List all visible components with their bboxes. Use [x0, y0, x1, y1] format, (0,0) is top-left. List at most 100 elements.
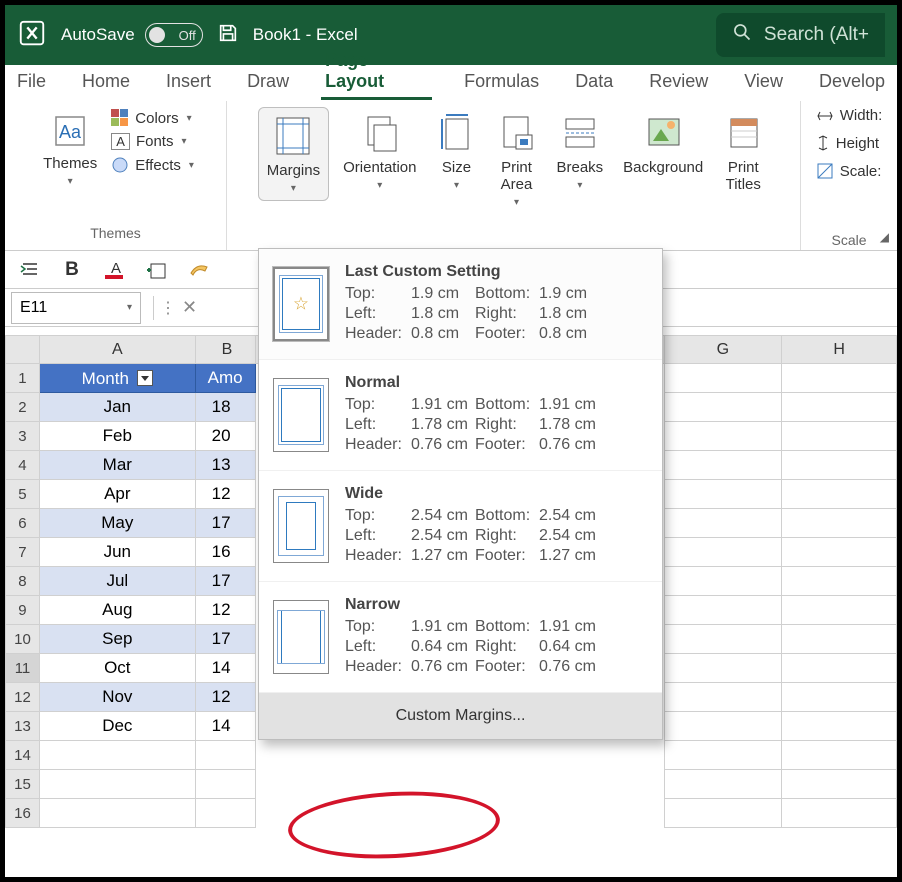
cell[interactable]: [664, 741, 782, 770]
cell[interactable]: Dec: [39, 712, 195, 741]
cell[interactable]: 14: [195, 654, 255, 683]
cell[interactable]: [39, 741, 195, 770]
cell[interactable]: [664, 509, 782, 538]
cell[interactable]: [782, 654, 897, 683]
cell[interactable]: [782, 422, 897, 451]
cell[interactable]: [782, 596, 897, 625]
tab-file[interactable]: File: [13, 65, 50, 100]
column-header-a[interactable]: A: [39, 336, 195, 364]
increase-indent-icon[interactable]: [19, 259, 41, 281]
save-icon[interactable]: [217, 22, 239, 49]
row-header[interactable]: 16: [6, 799, 40, 828]
cell[interactable]: Oct: [39, 654, 195, 683]
orientation-button[interactable]: Orientation▾: [337, 107, 422, 195]
cell[interactable]: [664, 393, 782, 422]
cell[interactable]: [782, 509, 897, 538]
margin-preset-narrow[interactable]: Narrow Top:1.91 cmBottom:1.91 cm Left:0.…: [259, 582, 662, 693]
filter-icon[interactable]: [137, 370, 153, 386]
tab-view[interactable]: View: [740, 65, 787, 100]
scale-scale[interactable]: Scale:: [816, 162, 882, 180]
cell[interactable]: [782, 480, 897, 509]
cell[interactable]: [664, 596, 782, 625]
cell[interactable]: [195, 741, 255, 770]
row-header[interactable]: 4: [6, 451, 40, 480]
cell[interactable]: May: [39, 509, 195, 538]
tab-developer[interactable]: Develop: [815, 65, 889, 100]
font-color-button[interactable]: A▾: [103, 259, 125, 281]
cell[interactable]: [664, 567, 782, 596]
margins-button[interactable]: Margins▾: [258, 107, 329, 201]
cell[interactable]: Mar: [39, 451, 195, 480]
print-area-button[interactable]: Print Area▾: [490, 107, 542, 212]
cell[interactable]: [782, 393, 897, 422]
cell[interactable]: [782, 538, 897, 567]
background-button[interactable]: Background: [617, 107, 709, 180]
cell[interactable]: [782, 683, 897, 712]
column-header-g[interactable]: G: [664, 336, 782, 364]
scale-height[interactable]: Height: [816, 134, 879, 152]
page-setup-launcher[interactable]: ◢: [880, 230, 889, 244]
row-header[interactable]: 12: [6, 683, 40, 712]
cell[interactable]: 14: [195, 712, 255, 741]
cell[interactable]: [39, 799, 195, 828]
cell[interactable]: [782, 770, 897, 799]
table-header-month[interactable]: Month: [39, 364, 195, 393]
cell[interactable]: [664, 683, 782, 712]
row-header[interactable]: 11: [6, 654, 40, 683]
size-button[interactable]: Size▾: [430, 107, 482, 195]
autosave-toggle[interactable]: AutoSave Off: [61, 23, 203, 47]
cancel-formula-icon[interactable]: ✕: [176, 297, 203, 318]
cell[interactable]: 12: [195, 596, 255, 625]
margin-preset-last-custom-setting[interactable]: ☆ Last Custom Setting Top:1.9 cmBottom:1…: [259, 249, 662, 360]
cell[interactable]: 12: [195, 683, 255, 712]
cell[interactable]: [782, 741, 897, 770]
cell[interactable]: [664, 799, 782, 828]
cell[interactable]: Jun: [39, 538, 195, 567]
cell[interactable]: Feb: [39, 422, 195, 451]
cell[interactable]: Jan: [39, 393, 195, 422]
cell[interactable]: Aug: [39, 596, 195, 625]
cell[interactable]: [782, 451, 897, 480]
tab-data[interactable]: Data: [571, 65, 617, 100]
cell[interactable]: Jul: [39, 567, 195, 596]
tab-insert[interactable]: Insert: [162, 65, 215, 100]
cell[interactable]: 17: [195, 567, 255, 596]
cell[interactable]: [195, 770, 255, 799]
row-header[interactable]: 7: [6, 538, 40, 567]
cell[interactable]: Nov: [39, 683, 195, 712]
cell[interactable]: Apr: [39, 480, 195, 509]
breaks-button[interactable]: Breaks▾: [550, 107, 609, 195]
autosave-switch[interactable]: Off: [145, 23, 203, 47]
cell[interactable]: [782, 567, 897, 596]
cell[interactable]: [664, 480, 782, 509]
row-header[interactable]: 6: [6, 509, 40, 538]
format-painter-icon[interactable]: [187, 259, 209, 281]
row-header[interactable]: 10: [6, 625, 40, 654]
cell[interactable]: [664, 538, 782, 567]
row-header[interactable]: 1: [6, 364, 40, 393]
cell[interactable]: [782, 712, 897, 741]
print-titles-button[interactable]: Print Titles: [717, 107, 769, 197]
row-header[interactable]: 8: [6, 567, 40, 596]
themes-button[interactable]: Aa Themes ▾: [37, 107, 103, 191]
cell[interactable]: 20: [195, 422, 255, 451]
cell[interactable]: Sep: [39, 625, 195, 654]
custom-margins-button[interactable]: Custom Margins...: [259, 693, 662, 739]
name-box[interactable]: E11▾: [11, 292, 141, 324]
cell[interactable]: [664, 422, 782, 451]
row-header[interactable]: 9: [6, 596, 40, 625]
cell[interactable]: 17: [195, 625, 255, 654]
row-header[interactable]: 5: [6, 480, 40, 509]
cell[interactable]: [664, 364, 782, 393]
row-header[interactable]: 15: [6, 770, 40, 799]
search-box[interactable]: Search (Alt+: [716, 13, 885, 57]
table-header-amount[interactable]: Amo: [195, 364, 255, 393]
cell[interactable]: [782, 625, 897, 654]
tab-draw[interactable]: Draw: [243, 65, 293, 100]
tab-review[interactable]: Review: [645, 65, 712, 100]
cell[interactable]: [664, 625, 782, 654]
tab-page-layout[interactable]: Page Layout: [321, 44, 432, 100]
margin-preset-normal[interactable]: Normal Top:1.91 cmBottom:1.91 cm Left:1.…: [259, 360, 662, 471]
cell[interactable]: 17: [195, 509, 255, 538]
scale-width[interactable]: Width:: [816, 107, 883, 124]
